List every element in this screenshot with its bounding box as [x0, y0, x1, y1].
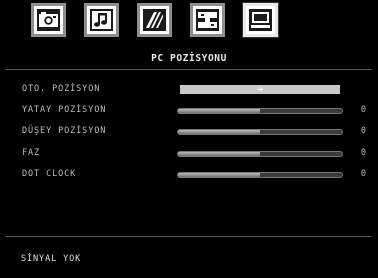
settings-icon: [143, 9, 166, 31]
slider-fill: [178, 130, 260, 134]
dot-clock-slider[interactable]: [177, 172, 343, 178]
pc-position-menu-tab[interactable]: [243, 3, 278, 37]
top-divider: [6, 69, 372, 70]
auto-position-row[interactable]: OTO. POZİSYON ➜: [0, 82, 378, 98]
picture-icon: [37, 9, 60, 31]
picture-menu-tab[interactable]: [31, 3, 66, 37]
horizontal-position-row[interactable]: YATAY POZİSYON 0: [0, 103, 378, 119]
phase-row[interactable]: FAZ 0: [0, 146, 378, 162]
source-menu-tab[interactable]: [190, 3, 225, 37]
slider-fill: [178, 173, 260, 177]
horizontal-position-slider[interactable]: [177, 108, 343, 114]
row-label: DÜŞEY POZİSYON: [22, 126, 107, 136]
arrow-right-icon: ➜: [256, 84, 264, 94]
row-value: 0: [360, 148, 366, 158]
vertical-position-slider[interactable]: [177, 129, 343, 135]
source-icon: [196, 9, 219, 31]
menu-icon-bar: [31, 3, 278, 37]
row-label: DOT CLOCK: [22, 169, 77, 179]
settings-menu-tab[interactable]: [137, 3, 172, 37]
pc-position-icon: [249, 9, 272, 31]
auto-position-button[interactable]: ➜: [180, 85, 340, 94]
vertical-position-row[interactable]: DÜŞEY POZİSYON 0: [0, 124, 378, 140]
row-label: OTO. POZİSYON: [22, 84, 101, 94]
slider-fill: [178, 109, 260, 113]
row-value: 0: [360, 126, 366, 136]
menu-title: PC POZİSYONU: [151, 53, 227, 64]
osd-screen: PC POZİSYONU OTO. POZİSYON ➜ YATAY POZİS…: [0, 0, 378, 278]
sound-menu-tab[interactable]: [84, 3, 119, 37]
slider-fill: [178, 152, 260, 156]
dot-clock-row[interactable]: DOT CLOCK 0: [0, 167, 378, 183]
row-value: 0: [360, 169, 366, 179]
sound-icon: [90, 9, 113, 31]
row-value: 0: [360, 105, 366, 115]
row-label: FAZ: [22, 148, 41, 158]
status-text: SİNYAL YOK: [21, 254, 82, 264]
bottom-divider: [6, 236, 372, 237]
row-label: YATAY POZİSYON: [22, 105, 107, 115]
phase-slider[interactable]: [177, 151, 343, 157]
